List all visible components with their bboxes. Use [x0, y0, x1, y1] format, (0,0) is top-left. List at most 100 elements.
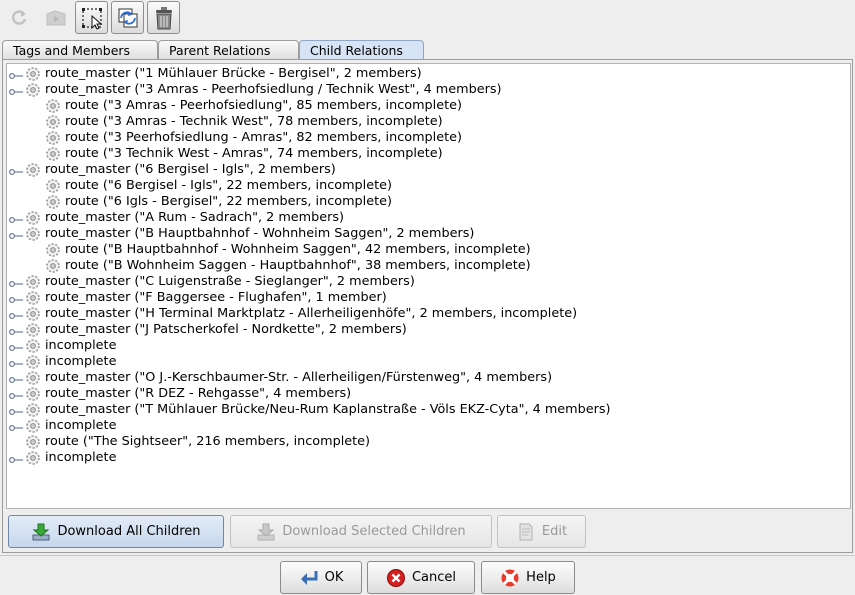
tree-row[interactable]: route ("3 Peerhofsiedlung - Amras", 82 m…	[7, 130, 847, 146]
cancel-icon	[386, 568, 406, 588]
tree-row[interactable]: route_master ("1 Mühlauer Brücke - Bergi…	[7, 66, 847, 82]
download-all-children-button[interactable]: Download All Children	[8, 515, 224, 548]
expand-handle-icon[interactable]	[8, 453, 23, 464]
tree-row[interactable]: route_master ("3 Amras - Peerhofsiedlung…	[7, 82, 847, 98]
tree-row-label: incomplete	[45, 338, 117, 353]
tree-row[interactable]: route ("B Hauptbahnhof - Wohnheim Saggen…	[7, 242, 847, 258]
tree-row[interactable]: route_master ("B Hauptbahnhof - Wohnheim…	[7, 226, 847, 242]
relation-icon	[25, 274, 41, 290]
tree-row[interactable]: incomplete	[7, 338, 847, 354]
tree-row[interactable]: route_master ("6 Bergisel - Igls", 2 mem…	[7, 162, 847, 178]
tree-row[interactable]: route_master ("T Mühlauer Brücke/Neu-Rum…	[7, 402, 847, 418]
relation-icon	[45, 242, 61, 258]
separator	[0, 555, 855, 556]
expand-handle-icon[interactable]	[8, 69, 23, 80]
relation-icon	[25, 162, 41, 178]
relation-icon	[25, 434, 41, 450]
tab-label: Child Relations	[310, 43, 403, 58]
tree-row-label: route ("3 Amras - Peerhofsiedlung", 85 m…	[65, 98, 462, 113]
download-selected-label: Download Selected Children	[282, 524, 466, 539]
tree-row[interactable]: route_master ("F Baggersee - Flughafen",…	[7, 290, 847, 306]
child-relations-tree[interactable]: route_master ("1 Mühlauer Brücke - Bergi…	[6, 63, 851, 509]
relation-icon	[45, 258, 61, 274]
tree-row-label: incomplete	[45, 418, 117, 433]
download-selected-children-button[interactable]: Download Selected Children	[230, 515, 492, 548]
tree-row-label: route_master ("J Patscherkofel - Nordket…	[45, 322, 407, 337]
tree-row-label: route_master ("T Mühlauer Brücke/Neu-Rum…	[45, 402, 611, 417]
ok-label: OK	[324, 570, 344, 585]
tree-row-label: route ("6 Igls - Bergisel", 22 members, …	[65, 194, 392, 209]
tree-row[interactable]: incomplete	[7, 418, 847, 434]
help-button[interactable]: Help	[481, 561, 575, 594]
cancel-button[interactable]: Cancel	[367, 561, 475, 594]
tree-row-label: route_master ("6 Bergisel - Igls", 2 mem…	[45, 162, 336, 177]
help-label: Help	[526, 570, 556, 585]
tree-row[interactable]: route_master ("C Luigenstraße - Sieglang…	[7, 274, 847, 290]
tree-row-label: route_master ("B Hauptbahnhof - Wohnheim…	[45, 226, 475, 241]
edit-button[interactable]: Edit	[497, 515, 586, 548]
expand-handle-icon[interactable]	[8, 85, 23, 96]
tree-row[interactable]: route_master ("O J.-Kerschbaumer-Str. - …	[7, 370, 847, 386]
select-in-map-button[interactable]	[75, 1, 108, 34]
tree-row[interactable]: route ("6 Bergisel - Igls", 22 members, …	[7, 178, 847, 194]
relation-icon	[25, 66, 41, 82]
tree-row-label: route_master ("H Terminal Marktplatz - A…	[45, 306, 578, 321]
tree-row-label: route_master ("3 Amras - Peerhofsiedlung…	[45, 82, 502, 97]
ok-button[interactable]: OK	[280, 561, 362, 594]
tree-row-label: route ("The Sightseer", 216 members, inc…	[45, 434, 371, 449]
tree-row-label: incomplete	[45, 450, 117, 465]
tree-row[interactable]: incomplete	[7, 354, 847, 370]
edit-relation-icon	[118, 8, 137, 27]
relation-icon	[25, 370, 41, 386]
expand-handle-icon[interactable]	[8, 373, 23, 384]
expand-handle-icon[interactable]	[8, 405, 23, 416]
tree-row-label: route_master ("C Luigenstraße - Sieglang…	[45, 274, 415, 289]
zoom-icon	[46, 9, 65, 25]
expand-handle-icon[interactable]	[8, 389, 23, 400]
tree-row[interactable]: route ("3 Technik West - Amras", 74 memb…	[7, 146, 847, 162]
relation-icon	[45, 130, 61, 146]
tab-label: Parent Relations	[169, 43, 271, 58]
expand-handle-icon[interactable]	[8, 293, 23, 304]
tree-row[interactable]: route_master ("A Rum - Sadrach", 2 membe…	[7, 210, 847, 226]
reload-button[interactable]	[2, 1, 35, 34]
expand-handle-icon[interactable]	[8, 229, 23, 240]
relation-icon	[25, 322, 41, 338]
edit-relation-button[interactable]	[111, 1, 144, 34]
tree-row-label: route ("6 Bergisel - Igls", 22 members, …	[65, 178, 392, 193]
tree-row[interactable]: route ("The Sightseer", 216 members, inc…	[7, 434, 847, 450]
tree-row[interactable]: incomplete	[7, 450, 847, 466]
expand-handle-icon[interactable]	[8, 325, 23, 336]
relation-icon	[25, 418, 41, 434]
expand-handle-icon[interactable]	[8, 277, 23, 288]
tab-label: Tags and Members	[13, 43, 131, 58]
edit-icon	[516, 522, 536, 542]
expand-handle-icon[interactable]	[8, 165, 23, 176]
tree-row[interactable]: route_master ("J Patscherkofel - Nordket…	[7, 322, 847, 338]
relation-icon	[45, 178, 61, 194]
tree-row-label: route_master ("O J.-Kerschbaumer-Str. - …	[45, 370, 553, 385]
zoom-button[interactable]	[39, 1, 72, 34]
tree-row[interactable]: route_master ("H Terminal Marktplatz - A…	[7, 306, 847, 322]
tab-child-relations[interactable]: Child Relations	[299, 40, 424, 60]
tree-row[interactable]: route ("B Wohnheim Saggen - Hauptbahnhof…	[7, 258, 847, 274]
relation-icon	[25, 402, 41, 418]
tree-row-label: route ("3 Amras - Technik West", 78 memb…	[65, 114, 443, 129]
relation-icon	[25, 386, 41, 402]
expand-handle-icon[interactable]	[8, 309, 23, 320]
tree-row[interactable]: route_master ("R DEZ - Rehgasse", 4 memb…	[7, 386, 847, 402]
expand-handle-icon[interactable]	[8, 421, 23, 432]
delete-icon	[155, 6, 172, 29]
expand-handle-icon[interactable]	[8, 357, 23, 368]
tab-tags-and-members[interactable]: Tags and Members	[2, 40, 158, 60]
cancel-label: Cancel	[411, 570, 457, 585]
tree-row[interactable]: route ("6 Igls - Bergisel", 22 members, …	[7, 194, 847, 210]
tab-parent-relations[interactable]: Parent Relations	[158, 40, 299, 60]
delete-button[interactable]	[147, 1, 180, 34]
tree-row[interactable]: route ("3 Amras - Technik West", 78 memb…	[7, 114, 847, 130]
expand-handle-icon[interactable]	[8, 341, 23, 352]
tree-row[interactable]: route ("3 Amras - Peerhofsiedlung", 85 m…	[7, 98, 847, 114]
tree-row-label: incomplete	[45, 354, 117, 369]
select-in-map-icon	[81, 7, 102, 30]
expand-handle-icon[interactable]	[8, 213, 23, 224]
